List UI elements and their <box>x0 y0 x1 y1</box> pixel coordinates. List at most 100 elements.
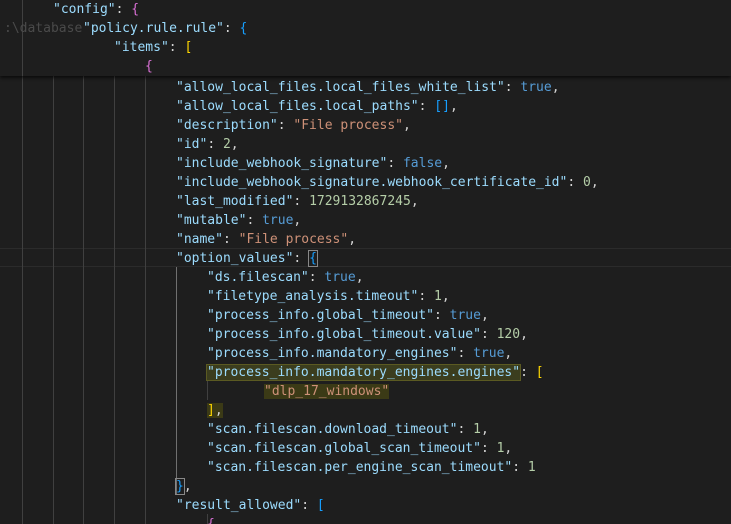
punct: : <box>457 346 474 361</box>
punct: , <box>293 213 302 228</box>
json-key: "process_info.global_timeout" <box>207 308 434 323</box>
indent-guide <box>207 381 208 400</box>
punct: : <box>418 99 435 114</box>
code-line[interactable]: "process_info.mandatory_engines": true, <box>207 344 512 363</box>
punct: : <box>418 289 434 304</box>
punct: , <box>442 156 450 171</box>
sticky-line[interactable]: "policy.rule.rule": { <box>83 19 247 38</box>
json-key: "process_info.global_timeout.value" <box>207 327 481 342</box>
json-key: "include_webhook_signature" <box>176 156 388 171</box>
json-value: "File process" <box>293 118 403 133</box>
json-key: "last_modified" <box>176 194 294 209</box>
punct: : <box>222 232 239 247</box>
code-line[interactable]: "mutable": true, <box>176 211 301 230</box>
json-key: "config" <box>53 2 116 17</box>
punct: , <box>410 194 419 209</box>
punct: : <box>301 498 317 513</box>
punct: : <box>207 137 223 152</box>
code-line[interactable]: { <box>207 515 215 524</box>
code-line-current[interactable]: "option_values": { <box>176 249 318 268</box>
json-key: "id" <box>176 137 208 152</box>
sticky-scroll-header[interactable]: "config": { "policy.rule.rule": { "items… <box>0 0 731 76</box>
path-ghost-text: :\database <box>4 21 83 36</box>
code-line-highlighted[interactable]: "process_info.mandatory_engines.engines"… <box>205 363 544 382</box>
punct: : <box>512 460 528 475</box>
punct: , <box>551 80 560 95</box>
punct: : <box>567 175 583 190</box>
code-line[interactable]: "ds.filescan": true, <box>207 268 364 287</box>
bracket: { <box>131 2 140 17</box>
json-key: "mutable" <box>176 213 247 228</box>
json-value: 1729132867245 <box>309 194 411 209</box>
punct: , <box>214 403 223 418</box>
json-value: 0 <box>583 175 591 190</box>
punct: : <box>223 21 240 36</box>
punct: : <box>433 308 450 323</box>
code-line[interactable]: "dlp_17_windows" <box>264 382 390 401</box>
code-line[interactable]: "filetype_analysis.timeout": 1, <box>207 287 450 306</box>
code-line[interactable]: "scan.filescan.per_engine_scan_timeout":… <box>207 458 536 477</box>
json-key: "ds.filescan" <box>207 270 309 285</box>
code-line[interactable]: "allow_local_files.local_paths": [], <box>176 97 458 116</box>
code-line[interactable]: "include_webhook_signature": false, <box>176 154 450 173</box>
code-line[interactable]: "scan.filescan.download_timeout": 1, <box>207 420 489 439</box>
indent-guide-active <box>176 267 177 495</box>
code-line[interactable]: "process_info.global_timeout.value": 120… <box>207 325 528 344</box>
code-line[interactable]: "process_info.global_timeout": true, <box>207 306 489 325</box>
indent-guide <box>145 76 146 524</box>
json-key: "scan.filescan.download_timeout" <box>207 422 458 437</box>
code-line[interactable]: ], <box>207 401 223 420</box>
punct: , <box>348 232 357 247</box>
punct: : <box>520 365 536 380</box>
json-value: 1 <box>527 460 536 475</box>
sticky-line[interactable]: { <box>145 57 153 76</box>
json-value: [ <box>535 365 544 380</box>
punct: : <box>480 327 497 342</box>
json-key-highlighted: "process_info.mandatory_engines.engines" <box>205 364 522 381</box>
code-line[interactable]: "result_allowed": [ <box>176 496 325 515</box>
sticky-line[interactable]: "items": [ <box>114 38 192 57</box>
punct: : <box>308 270 325 285</box>
punct: : <box>277 118 294 133</box>
json-key: "filetype_analysis.timeout" <box>207 289 419 304</box>
json-value: [ <box>316 498 325 513</box>
code-line[interactable]: }, <box>175 477 192 496</box>
punct: : <box>246 213 263 228</box>
indent-guide <box>83 76 84 524</box>
code-line[interactable]: "last_modified": 1729132867245, <box>176 192 419 211</box>
json-key: "name" <box>176 232 223 247</box>
json-key: "include_webhook_signature.webhook_certi… <box>176 175 568 190</box>
json-key: "scan.filescan.global_scan_timeout" <box>207 441 481 456</box>
code-line[interactable]: "id": 2, <box>176 135 239 154</box>
punct: , <box>520 327 528 342</box>
punct: : <box>293 251 310 266</box>
punct: , <box>480 308 489 323</box>
bracket: [ <box>184 40 193 55</box>
indent-guide <box>114 76 115 524</box>
json-key: "scan.filescan.per_engine_scan_timeout" <box>207 460 513 475</box>
indent-guide <box>53 76 54 524</box>
code-editor[interactable]: "allow_local_files.local_files_white_lis… <box>0 0 731 524</box>
code-line[interactable]: "allow_local_files.local_files_white_lis… <box>176 78 560 97</box>
code-line[interactable]: "description": "File process", <box>176 116 411 135</box>
punct: , <box>590 175 599 190</box>
code-line[interactable]: "name": "File process", <box>176 230 356 249</box>
json-key: "process_info.mandatory_engines" <box>207 346 458 361</box>
json-value: true <box>473 346 505 361</box>
punct: : <box>168 40 185 55</box>
punct: , <box>402 118 411 133</box>
punct: : <box>293 194 310 209</box>
punct: , <box>449 99 458 114</box>
punct: , <box>504 441 513 456</box>
json-key: "allow_local_files.local_paths" <box>176 99 419 114</box>
code-line[interactable]: "scan.filescan.global_scan_timeout": 1, <box>207 439 512 458</box>
punct: , <box>441 289 450 304</box>
json-key: "option_values" <box>176 251 294 266</box>
json-value: true <box>324 270 356 285</box>
punct: : <box>480 441 497 456</box>
sticky-line[interactable]: "config": { <box>53 0 139 19</box>
indent-guide <box>22 0 23 524</box>
json-key: "items" <box>114 40 169 55</box>
code-line[interactable]: "include_webhook_signature.webhook_certi… <box>176 173 599 192</box>
json-value: 1 <box>433 289 442 304</box>
